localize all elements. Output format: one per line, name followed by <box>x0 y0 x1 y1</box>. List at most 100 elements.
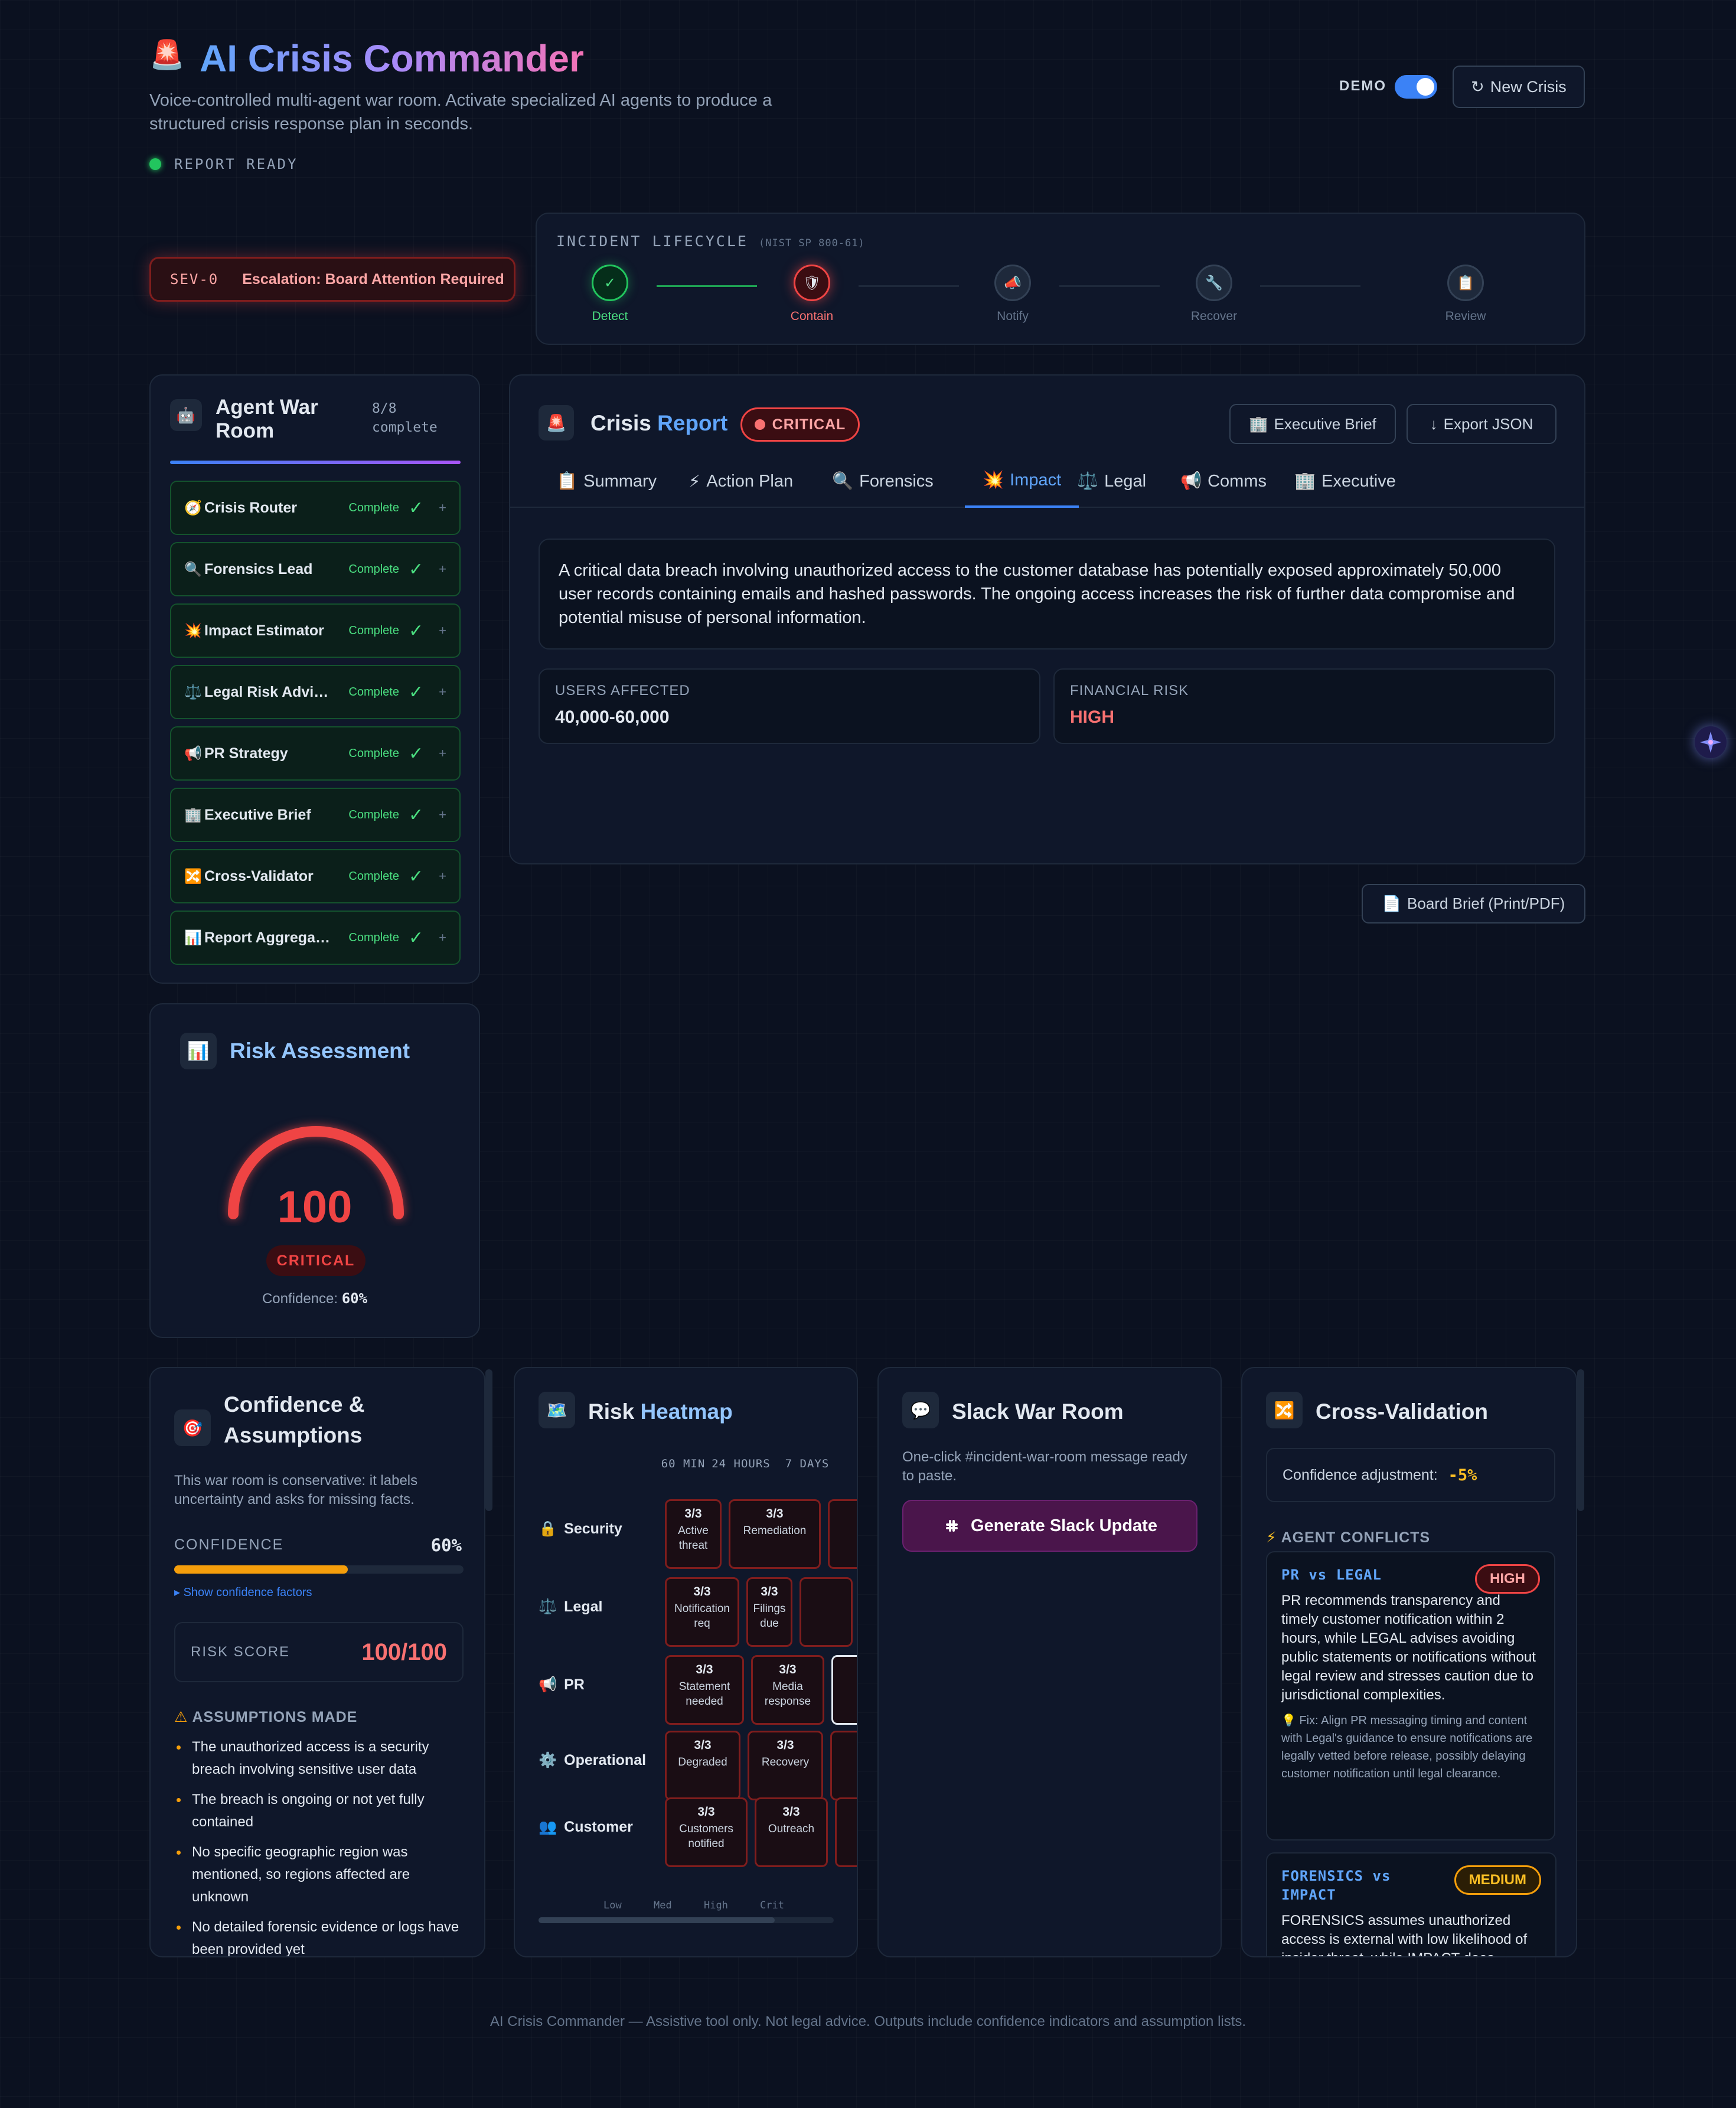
expand-plus-icon[interactable]: + <box>439 684 446 700</box>
tab-forensics[interactable]: 🔍 Forensics <box>832 455 934 508</box>
cell-score: 3/3 <box>696 1663 713 1676</box>
heatmap-cell[interactable]: 3/3 Remediation <box>729 1499 821 1569</box>
heatmap-cell[interactable] <box>800 1577 853 1647</box>
download-icon: ↓ <box>1430 415 1438 433</box>
sparkle-icon[interactable] <box>1695 726 1727 758</box>
agent-status: Complete <box>348 624 399 637</box>
heatmap-cell[interactable]: 3/3 Customers notified <box>665 1797 748 1867</box>
confidence-bar-fill <box>174 1565 348 1574</box>
severity-message: Escalation: Board Attention Required <box>242 270 504 288</box>
lifecycle-connector <box>1260 285 1360 287</box>
confidence-value: 60% <box>341 1290 368 1307</box>
heatmap-cell[interactable] <box>828 1499 857 1569</box>
export-json-button[interactable]: ↓ Export JSON <box>1407 404 1556 444</box>
expand-plus-icon[interactable]: + <box>439 746 446 761</box>
tab-impact[interactable]: 💥 Impact <box>965 455 1079 508</box>
agent-status: Complete <box>348 746 399 760</box>
heatmap-cell[interactable] <box>831 1655 857 1725</box>
wrench-icon: 🔧 <box>1196 265 1232 301</box>
agent-status: Complete <box>348 869 399 883</box>
report-title-b: Report <box>657 411 728 435</box>
expand-plus-icon[interactable]: + <box>439 930 446 945</box>
agent-item[interactable]: 🏢 Executive Brief Complete ✓ + <box>170 788 461 842</box>
step-label: Review <box>1445 309 1486 323</box>
conflict-severity-badge: HIGH <box>1475 1564 1540 1594</box>
heatmap-cell[interactable]: 3/3 Statement needed <box>665 1655 744 1725</box>
agent-item[interactable]: 📊 Report Aggregator Complete ✓ + <box>170 911 461 965</box>
cell-score: 3/3 <box>761 1585 778 1598</box>
agent-item[interactable]: 🧭 Crisis Router Complete ✓ + <box>170 481 461 535</box>
heatmap-cell[interactable]: 3/3 Degraded <box>665 1731 740 1800</box>
bar-chart-icon: 📊 <box>180 1033 217 1069</box>
conflict-title: FORENSICS vs IMPACT <box>1281 1868 1391 1903</box>
assumption-item: No specific geographic region was mentio… <box>174 1841 464 1908</box>
office-icon: 🏢 <box>1249 415 1268 433</box>
red-dot-icon <box>754 419 765 430</box>
new-crisis-button[interactable]: ↻ New Crisis <box>1453 66 1585 108</box>
cell-label: Statement needed <box>678 1680 730 1708</box>
tab-label: Impact <box>1010 470 1062 490</box>
tab-icon: ⚡ <box>688 472 701 491</box>
checkmark-icon: ✓ <box>409 682 424 702</box>
tab-label: Action Plan <box>706 471 794 491</box>
tab-legal[interactable]: ⚖️ Legal <box>1077 455 1146 508</box>
heatmap-cell[interactable]: 3/3 Recovery <box>748 1731 823 1800</box>
agent-name: Impact Estimator <box>204 622 324 639</box>
agent-item[interactable]: 📢 PR Strategy Complete ✓ + <box>170 726 461 781</box>
lifecycle-step-contain: 🛡 Contain <box>771 265 853 324</box>
demo-toggle[interactable] <box>1395 75 1437 99</box>
agent-item[interactable]: 🔀 Cross-Validator Complete ✓ + <box>170 849 461 903</box>
agent-icon: 🔍 <box>184 561 202 577</box>
cell-score: 3/3 <box>766 1507 784 1520</box>
board-brief-button[interactable]: 📄 Board Brief (Print/PDF) <box>1362 884 1585 924</box>
heatmap-cell[interactable]: 3/3 Active threat <box>665 1499 722 1569</box>
expand-plus-icon[interactable]: + <box>439 562 446 577</box>
impact-summary: A critical data breach involving unautho… <box>539 539 1555 650</box>
financial-risk-metric: FINANCIAL RISK HIGH <box>1053 668 1555 744</box>
expand-plus-icon[interactable]: + <box>439 869 446 884</box>
warning-icon: ⚠ <box>174 1709 188 1725</box>
agent-icon: ⚖️ <box>184 684 202 700</box>
tab-label: Forensics <box>859 471 934 491</box>
metric-label: USERS AFFECTED <box>555 683 690 699</box>
assumptions-title-text: ASSUMPTIONS MADE <box>192 1709 358 1725</box>
heatmap-cell[interactable]: 3/3 Outreach <box>755 1797 828 1867</box>
show-confidence-factors-link[interactable]: ▸ Show confidence factors <box>174 1585 312 1600</box>
heatmap-cell[interactable]: 3/3 Media response <box>751 1655 824 1725</box>
tab-icon: 📢 <box>1180 472 1202 491</box>
category-label: Customer <box>564 1819 633 1835</box>
check-icon: ✓ <box>592 265 628 301</box>
confidence-assumptions-card: 🎯 Confidence & Assumptions This war room… <box>149 1367 492 1957</box>
cell-score: 3/3 <box>693 1585 711 1598</box>
generate-slack-update-button[interactable]: Generate Slack Update <box>902 1500 1197 1552</box>
conflict-card: FORENSICS vs IMPACT MEDIUM FORENSICS ass… <box>1266 1852 1556 1956</box>
agent-item[interactable]: 💥 Impact Estimator Complete ✓ + <box>170 603 461 658</box>
heatmap-col-header: 7 DAYS <box>785 1457 830 1470</box>
agent-item[interactable]: 🔍 Forensics Lead Complete ✓ + <box>170 542 461 596</box>
expand-plus-icon[interactable]: + <box>439 807 446 823</box>
heatmap-cell[interactable] <box>830 1731 857 1800</box>
tab-summary[interactable]: 📋 Summary <box>556 455 657 508</box>
slack-war-room-card: 💬 Slack War Room One-click #incident-war… <box>877 1367 1222 1957</box>
heatmap-cell[interactable]: 3/3 Filings due <box>746 1577 792 1647</box>
agent-icon: 🔀 <box>184 868 202 885</box>
cell-score: 3/3 <box>684 1507 702 1520</box>
heatmap-cell[interactable]: 3/3 Notification req <box>665 1577 739 1647</box>
legend-med: Med <box>654 1900 672 1911</box>
refresh-icon: ↻ <box>1471 77 1484 96</box>
tab-label: Summary <box>583 471 657 491</box>
tab-executive[interactable]: 🏢 Executive <box>1294 455 1396 508</box>
risk-score-label: RISK SCORE <box>191 1644 291 1660</box>
expand-plus-icon[interactable]: + <box>439 500 446 515</box>
board-brief-label: Board Brief (Print/PDF) <box>1407 895 1565 912</box>
heatmap-cell[interactable] <box>835 1797 857 1867</box>
agent-item[interactable]: ⚖️ Legal Risk Advisor Complete ✓ + <box>170 665 461 719</box>
tab-comms[interactable]: 📢 Comms <box>1180 455 1267 508</box>
scrollbar[interactable] <box>1577 1369 1584 1511</box>
expand-plus-icon[interactable]: + <box>439 623 446 638</box>
agent-progress-bar <box>170 461 461 464</box>
executive-brief-button[interactable]: 🏢 Executive Brief <box>1229 404 1396 444</box>
scrollbar[interactable] <box>485 1369 492 1511</box>
tab-action-plan[interactable]: ⚡ Action Plan <box>688 455 793 508</box>
cell-label: Customers notified <box>679 1823 733 1850</box>
